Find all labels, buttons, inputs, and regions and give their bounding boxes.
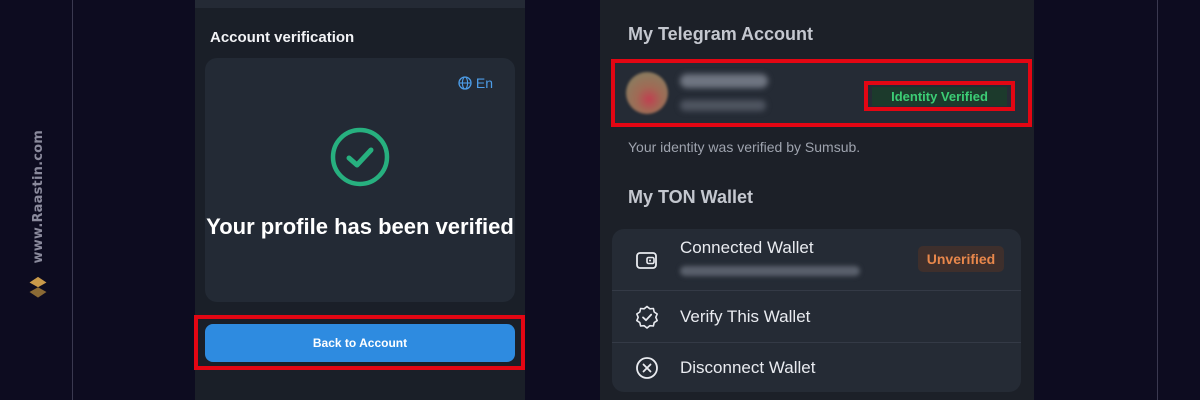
identity-verified-badge: Identity Verified [872, 87, 1007, 106]
verify-wallet-label: Verify This Wallet [680, 306, 811, 326]
wallet-icon [636, 251, 657, 269]
right-rail-line [1157, 0, 1158, 400]
verification-note: Your identity was verified by Sumsub. [628, 139, 861, 155]
back-to-account-button[interactable]: Back to Account [205, 324, 515, 362]
check-circle-icon [330, 127, 390, 187]
verification-card: En Your profile has been verified [205, 58, 515, 302]
left-rail-line [72, 0, 73, 400]
unverified-badge: Unverified [918, 246, 1004, 272]
globe-icon [458, 76, 472, 90]
language-label: En [475, 75, 493, 91]
raastin-logo-icon [29, 277, 47, 299]
telegram-account-title: My Telegram Account [628, 24, 814, 44]
language-switch[interactable]: En [458, 75, 493, 91]
verified-message: Your profile has been verified [206, 214, 514, 239]
connected-wallet-label: Connected Wallet [680, 238, 814, 257]
watermark: www.Raastin.com [18, 130, 58, 300]
disconnect-wallet-label: Disconnect Wallet [680, 357, 816, 377]
blurred-wallet-address [680, 266, 860, 276]
watermark-text: www.Raastin.com [30, 130, 46, 264]
connected-wallet-row[interactable]: Connected Wallet Unverified [612, 229, 1021, 290]
top-strip [195, 0, 525, 8]
wallet-card: Connected Wallet Unverified Verify This … [612, 229, 1021, 392]
verify-wallet-item[interactable]: Verify This Wallet [612, 290, 1021, 342]
x-circle-icon [636, 356, 658, 379]
section-title: Account verification [210, 29, 355, 46]
disconnect-wallet-item[interactable]: Disconnect Wallet [612, 342, 1021, 392]
badge-check-icon [636, 305, 658, 329]
ton-wallet-title: My TON Wallet [628, 187, 754, 207]
